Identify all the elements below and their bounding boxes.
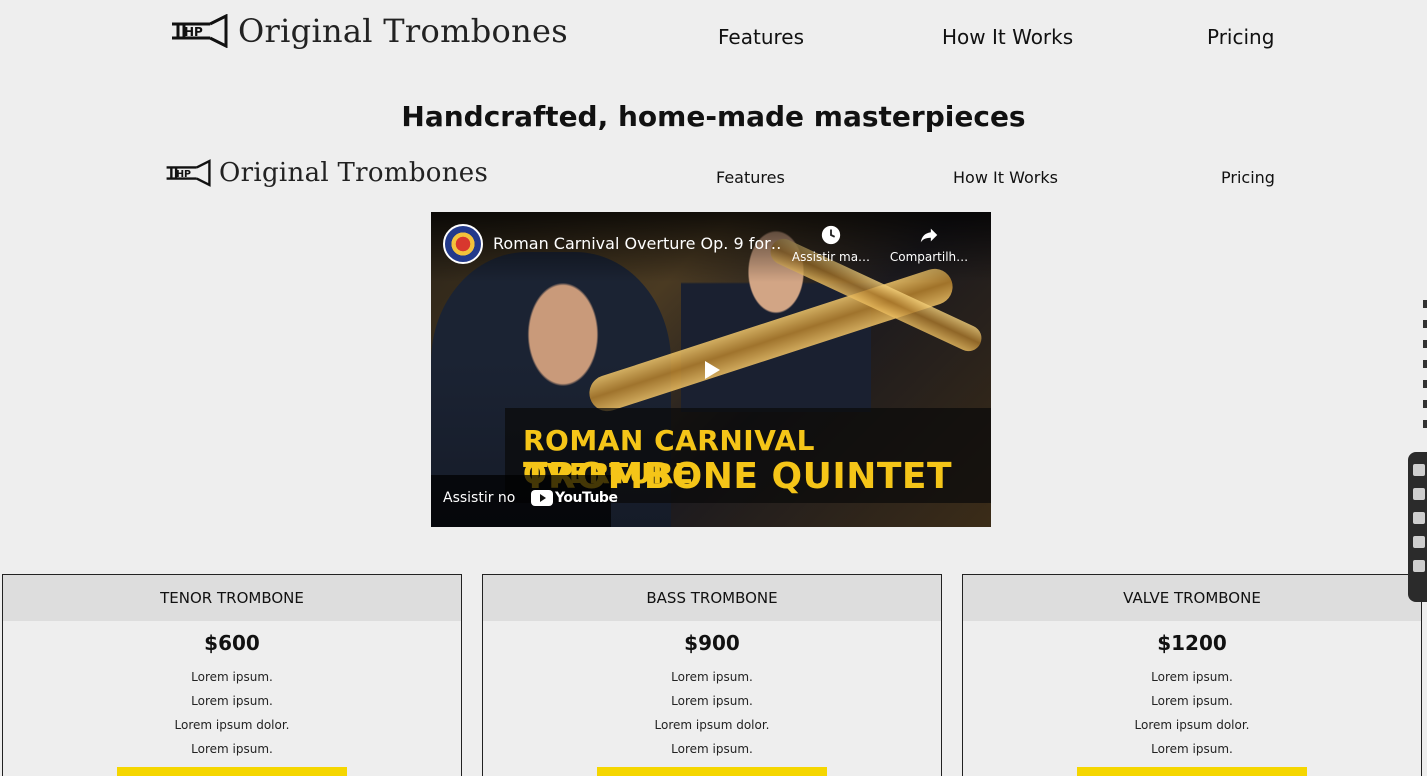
hero-title: Handcrafted, home-made masterpieces [401,100,1026,133]
youtube-play-icon [531,490,553,506]
svg-text:HP: HP [176,169,191,180]
pricing-card-price: $900 [684,631,740,655]
brand-logo[interactable]: HP Original Trombones [170,12,568,50]
nav-pricing[interactable]: Pricing [1207,25,1274,49]
youtube-wordmark: YouTube [555,490,618,506]
list-item: Lorem ipsum. [191,694,273,708]
secondary-nav-pricing[interactable]: Pricing [1221,168,1275,187]
list-item: Lorem ipsum. [1151,670,1233,684]
gallery-icon[interactable] [1413,536,1425,548]
video-title[interactable]: Roman Carnival Overture Op. 9 for… [493,234,783,253]
pricing-card-bass: BASS TROMBONE $900 Lorem ipsum. Lorem ip… [482,574,942,776]
secondary-nav-features[interactable]: Features [716,168,785,187]
site-header: HP Original Trombones Features How It Wo… [0,0,1427,76]
secondary-brand-logo[interactable]: HP Original Trombones [165,158,488,188]
youtube-logo[interactable]: YouTube [531,490,618,506]
nav-how-it-works[interactable]: How It Works [942,25,1073,49]
list-item: Lorem ipsum. [1151,742,1233,756]
pricing-card-valve: VALVE TROMBONE $1200 Lorem ipsum. Lorem … [962,574,1422,776]
trombone-logo-icon: HP [166,159,211,187]
list-item: Lorem ipsum. [191,742,273,756]
share-label: Compartilh… [889,250,969,264]
select-tenor-button[interactable] [117,767,347,776]
watch-later-label: Assistir ma… [791,250,871,264]
svg-text:HP: HP [184,25,203,39]
pricing-card-title: TENOR TROMBONE [3,575,461,621]
edge-scroll-strip [1423,300,1427,430]
pricing-card-price: $1200 [1157,631,1227,655]
list-item: Lorem ipsum. [671,742,753,756]
list-item: Lorem ipsum dolor. [1134,718,1250,732]
list-item: Lorem ipsum. [671,694,753,708]
window-icon[interactable] [1413,512,1425,524]
camera-icon[interactable] [1413,488,1425,500]
pin-icon[interactable] [1413,464,1425,476]
youtube-video-embed[interactable]: Roman Carnival Overture Op. 9 for… Assis… [431,212,991,527]
list-item: Lorem ipsum. [191,670,273,684]
side-toolbar[interactable] [1408,452,1427,602]
secondary-nav-how-it-works[interactable]: How It Works [953,168,1058,187]
pricing-card-title: VALVE TROMBONE [963,575,1421,621]
select-bass-button[interactable] [597,767,827,776]
list-item: Lorem ipsum. [671,670,753,684]
secondary-brand-name: Original Trombones [219,158,489,188]
select-valve-button[interactable] [1077,767,1307,776]
pricing-card-title: BASS TROMBONE [483,575,941,621]
pricing-card-price: $600 [204,631,260,655]
trombone-logo-icon: HP [172,14,228,48]
brand-name: Original Trombones [238,12,568,50]
watch-later-button[interactable]: Assistir ma… [789,224,873,264]
gear-icon[interactable] [1413,560,1425,572]
list-item: Lorem ipsum dolor. [654,718,770,732]
clock-icon [821,225,841,245]
pricing-card-features: Lorem ipsum. Lorem ipsum. Lorem ipsum do… [963,665,1421,761]
watch-on-label[interactable]: Assistir no [443,490,515,506]
list-item: Lorem ipsum. [1151,694,1233,708]
channel-avatar[interactable] [443,224,483,264]
pricing-card-features: Lorem ipsum. Lorem ipsum. Lorem ipsum do… [3,665,461,761]
list-item: Lorem ipsum dolor. [174,718,290,732]
pricing-card-tenor: TENOR TROMBONE $600 Lorem ipsum. Lorem i… [2,574,462,776]
share-arrow-icon [920,228,938,243]
play-icon[interactable] [689,350,733,390]
share-button[interactable]: Compartilh… [887,224,971,264]
nav-features[interactable]: Features [718,25,804,49]
pricing-card-features: Lorem ipsum. Lorem ipsum. Lorem ipsum do… [483,665,941,761]
